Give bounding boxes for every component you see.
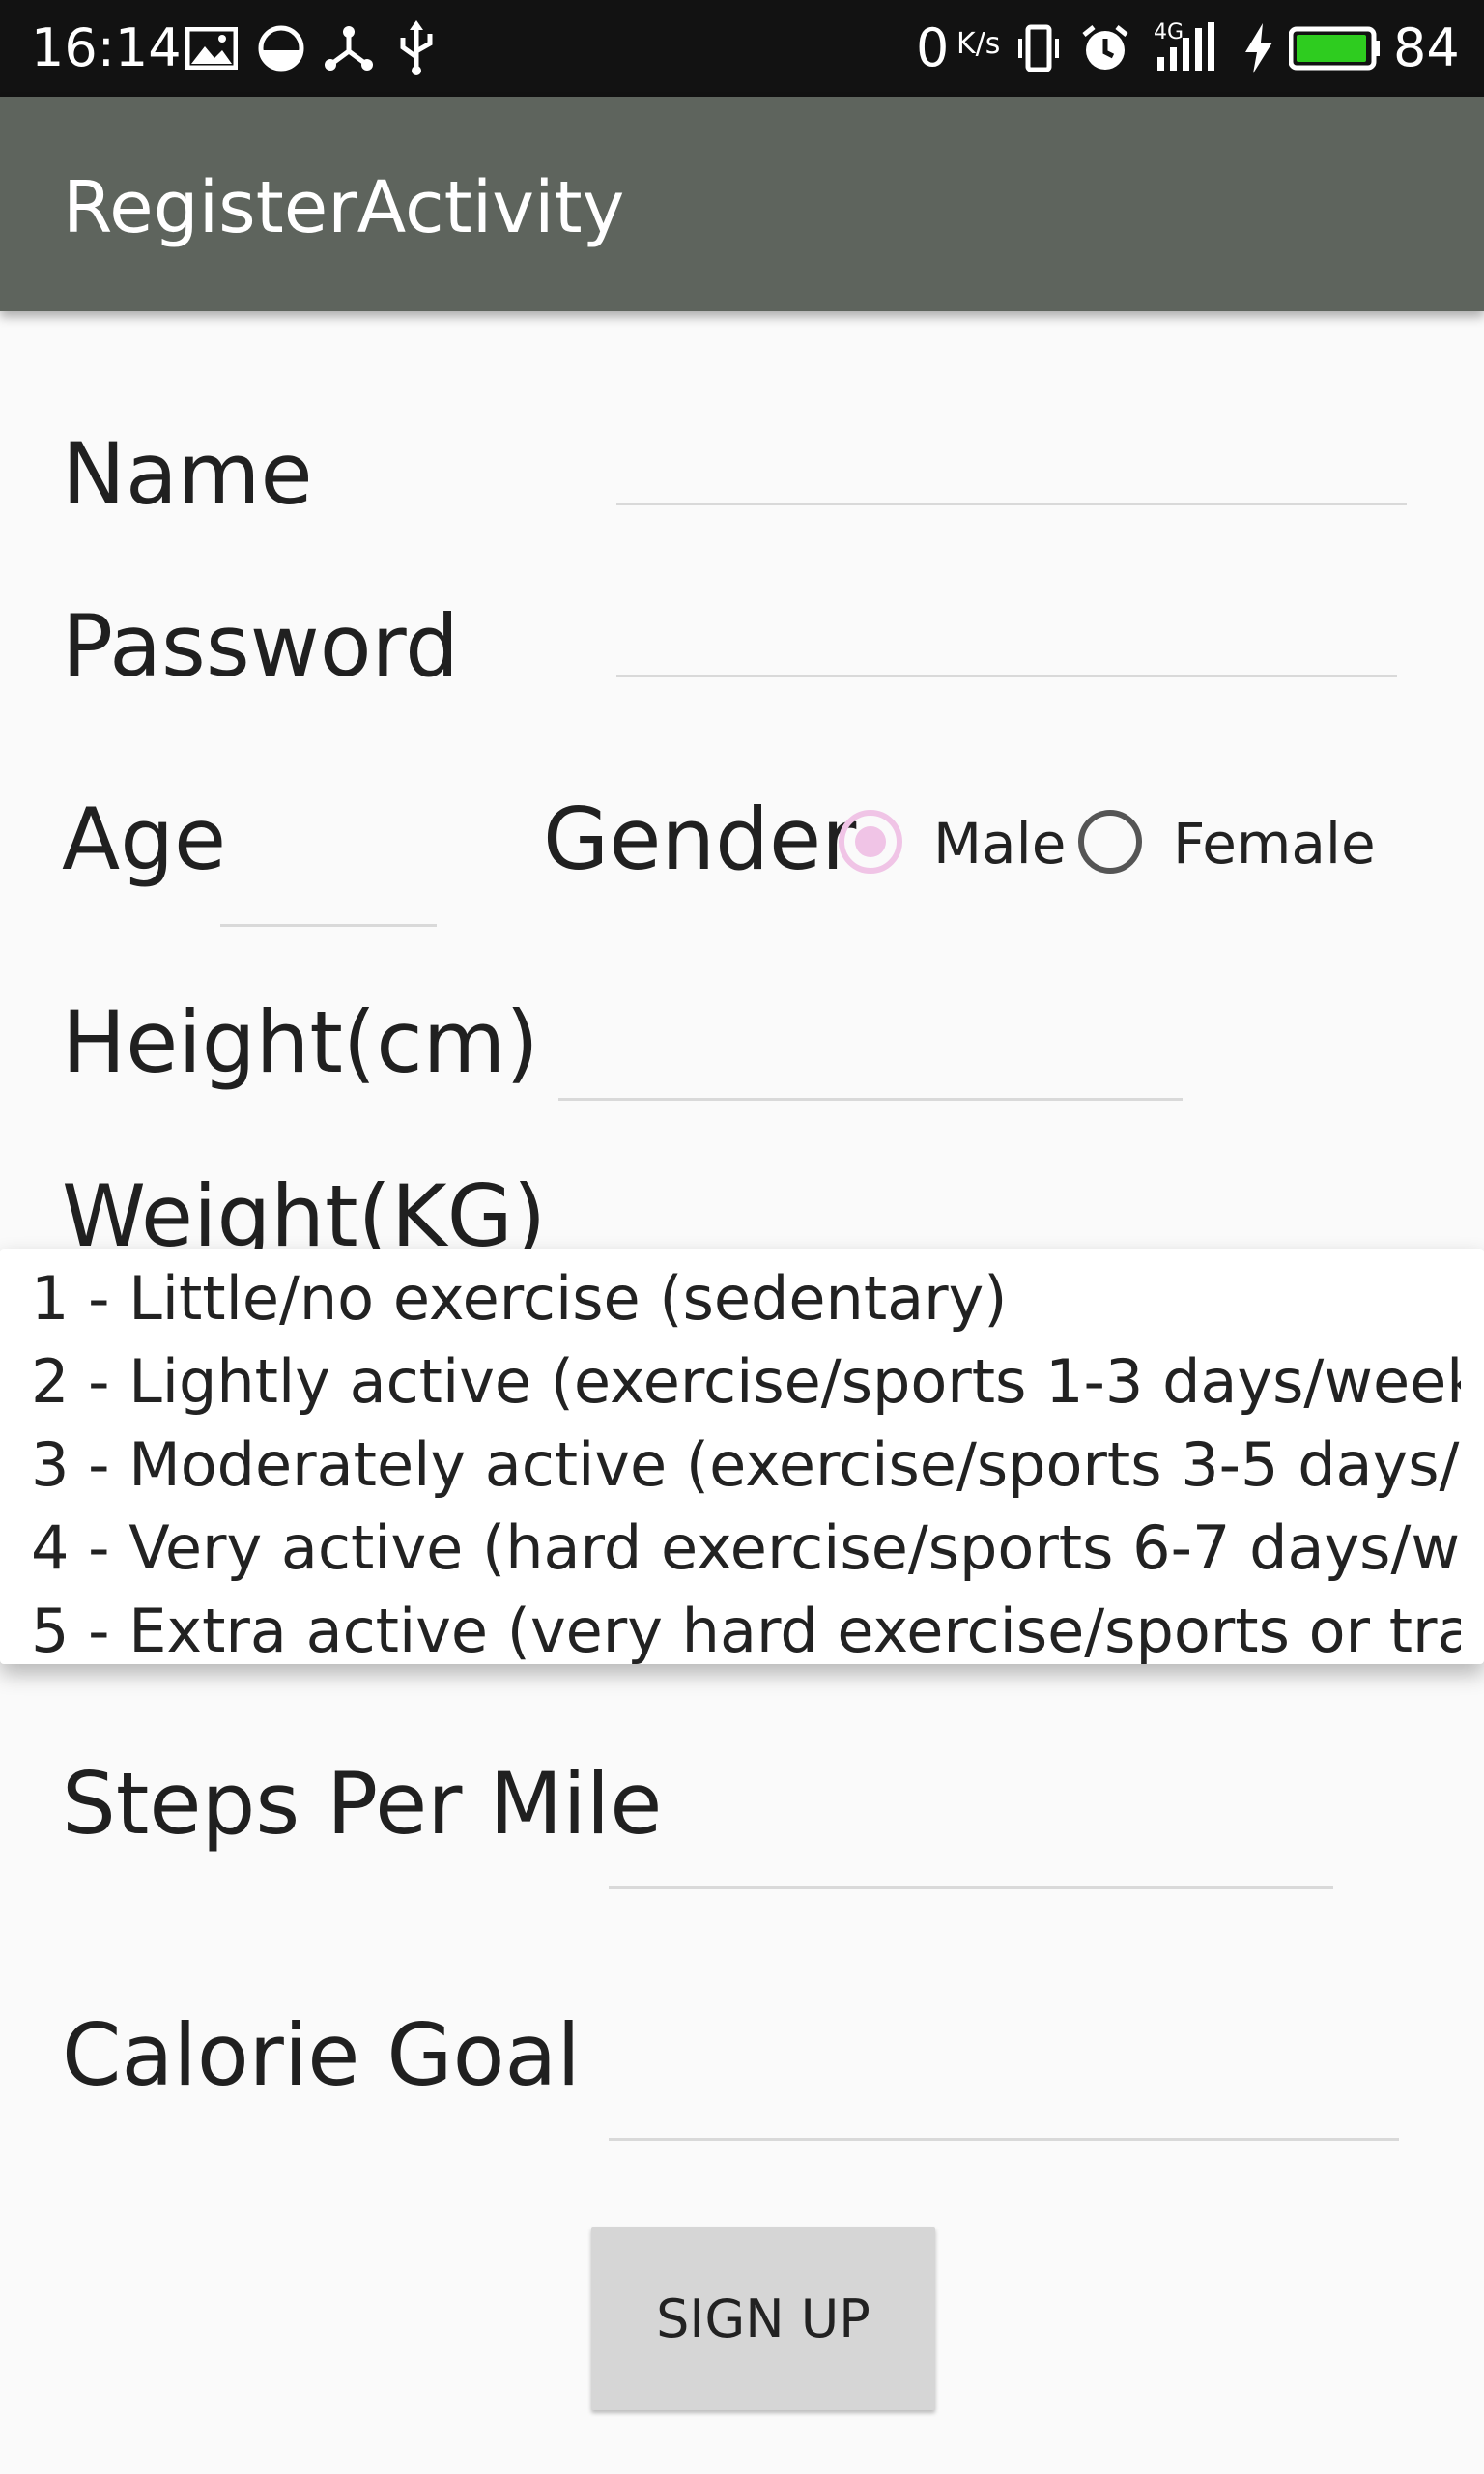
- charging-icon: [1242, 19, 1275, 77]
- status-bar: 16:14 0 K/s 4G 84: [0, 0, 1484, 97]
- share-icon: [321, 19, 377, 77]
- age-input[interactable]: [220, 847, 437, 927]
- password-label: Password: [62, 596, 460, 696]
- male-radio-label: Male: [933, 811, 1067, 877]
- dropdown-option-4[interactable]: 4 - Very active (hard exercise/sports 6-…: [31, 1510, 1461, 1587]
- sign-up-button[interactable]: SIGN UP: [591, 2227, 935, 2410]
- network-speed: 0: [916, 17, 950, 78]
- data-saver-icon: [255, 19, 307, 77]
- dropdown-option-5[interactable]: 5 - Extra active (very hard exercise/spo…: [31, 1593, 1461, 1670]
- image-icon: [184, 19, 240, 77]
- dropdown-option-3[interactable]: 3 - Moderately active (exercise/sports 3…: [31, 1426, 1461, 1504]
- height-label: Height(cm): [62, 992, 539, 1092]
- height-input[interactable]: [558, 1021, 1183, 1101]
- signal-icon: [1152, 19, 1225, 77]
- steps-per-mile-input[interactable]: [609, 1809, 1333, 1889]
- alarm-icon: [1080, 19, 1130, 77]
- calorie-goal-label: Calorie Goal: [62, 2005, 581, 2105]
- app-title: RegisterActivity: [63, 166, 625, 249]
- dropdown-option-2[interactable]: 2 - Lightly active (exercise/sports 1-3 …: [31, 1343, 1461, 1421]
- vibrate-icon: [1014, 19, 1063, 77]
- female-radio[interactable]: [1078, 810, 1142, 874]
- female-radio-label: Female: [1173, 811, 1376, 877]
- activity-level-dropdown: 1 - Little/no exercise (sedentary) 2 - L…: [0, 1249, 1484, 1666]
- dropdown-option-1[interactable]: 1 - Little/no exercise (sedentary): [31, 1260, 1461, 1338]
- male-radio[interactable]: [839, 810, 902, 874]
- battery-icon: [1289, 19, 1382, 77]
- battery-level: 84: [1393, 17, 1460, 78]
- steps-per-mile-label: Steps Per Mile: [62, 1754, 663, 1854]
- network-speed-unit: K/s: [956, 27, 1001, 61]
- app-bar: RegisterActivity: [0, 97, 1484, 311]
- name-input[interactable]: [616, 425, 1407, 505]
- gender-label: Gender: [543, 790, 857, 889]
- age-label: Age: [62, 790, 227, 889]
- password-input[interactable]: [616, 597, 1397, 677]
- calorie-goal-input[interactable]: [609, 2060, 1399, 2141]
- status-time: 16:14: [31, 17, 182, 78]
- usb-icon: [392, 19, 441, 77]
- name-label: Name: [62, 424, 313, 524]
